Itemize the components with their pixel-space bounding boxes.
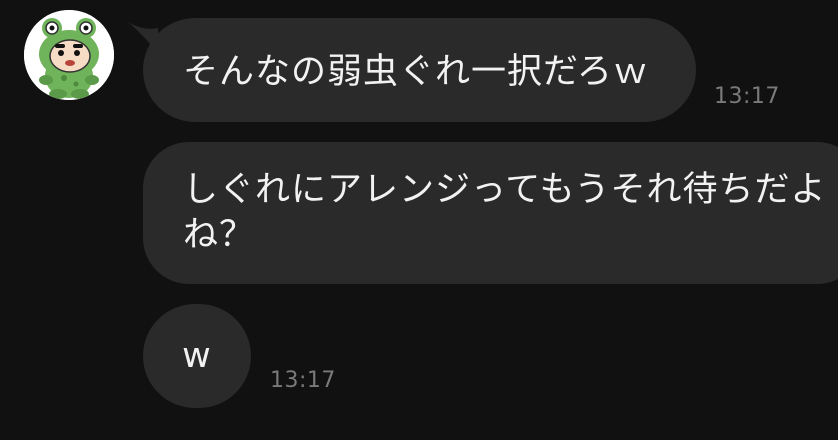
message-text-line: しぐれにアレンジってもうそれ待ちだよ <box>183 170 827 210</box>
message-timestamp: 13:17 <box>714 84 780 109</box>
contact-avatar[interactable] <box>24 10 114 100</box>
message-text: w <box>182 336 212 376</box>
message-timestamp: 13:17 <box>270 368 336 393</box>
message-bubble[interactable]: しぐれにアレンジってもうそれ待ちだよ ね？ <box>143 142 838 284</box>
chat-screen: そんなの弱虫ぐれ一択だろｗ 13:17 しぐれにアレンジってもうそれ待ちだよ ね… <box>0 0 838 440</box>
message-text-line: ね？ <box>183 215 256 255</box>
message-bubble[interactable]: w <box>143 304 251 408</box>
frog-costume-cartoon-avatar-icon <box>24 10 114 100</box>
message-bubble[interactable]: そんなの弱虫ぐれ一択だろｗ <box>143 18 696 122</box>
message-text: そんなの弱虫ぐれ一択だろｗ <box>183 52 649 92</box>
